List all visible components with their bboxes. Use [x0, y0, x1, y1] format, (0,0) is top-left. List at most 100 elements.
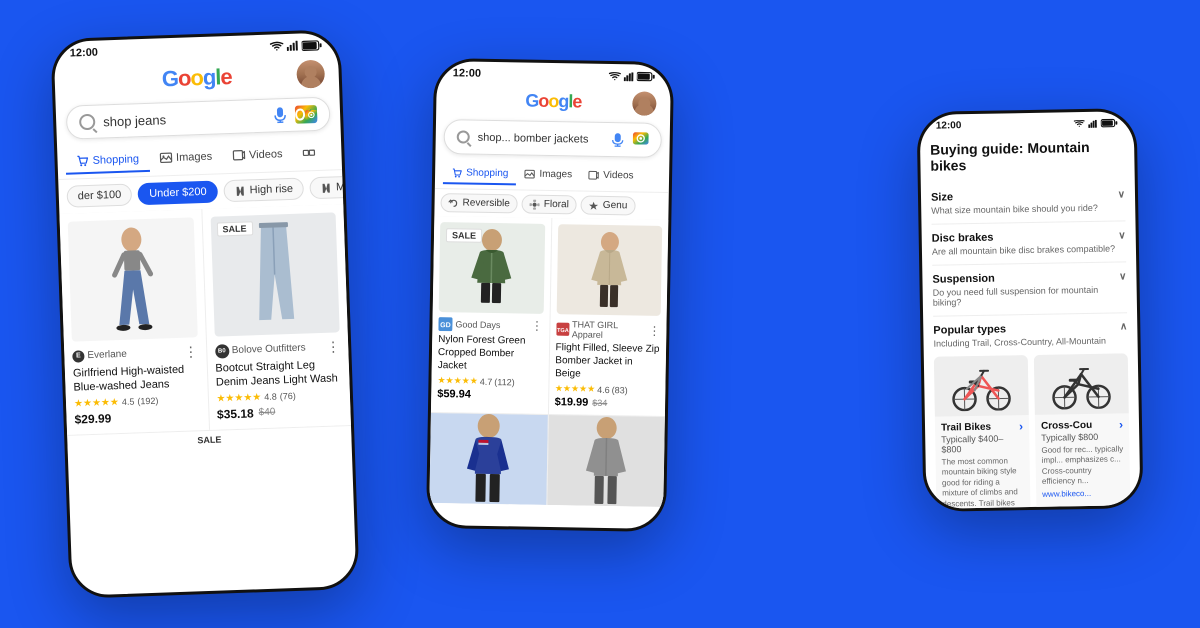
bike-info-cross: Cross-Cou › Typically $800 Good for rec.…	[1035, 413, 1131, 502]
search-query-2: shop... bomber jackets	[478, 131, 603, 145]
stars-row-bolove: ★★★★★ 4.8 (76)	[216, 389, 342, 404]
bomber-card-blue[interactable]	[429, 413, 547, 505]
guide-item-disc-subtitle: Are all mountain bike disc brakes compat…	[932, 243, 1126, 256]
trail-bike-price: Typically $400–$800	[941, 433, 1023, 454]
chevron-disc: ∨	[1118, 230, 1126, 241]
bike-card-cross[interactable]: Cross-Cou › Typically $800 Good for rec.…	[1034, 353, 1131, 512]
wifi-icon	[270, 41, 284, 51]
chip-mid[interactable]: Mid	[310, 175, 344, 199]
guide-item-suspension-title: Suspension ∨	[932, 270, 1126, 285]
tab-videos-1[interactable]: Videos	[222, 142, 293, 169]
jeans-chip-icon	[234, 185, 245, 196]
count-everlane: (192)	[137, 396, 158, 407]
dots-bomber-2[interactable]: ⋮	[648, 324, 660, 338]
tab-videos-2[interactable]: Videos	[580, 166, 642, 188]
guide-item-disc-title: Disc brakes ∨	[932, 229, 1126, 244]
tab-shopping-label-2: Shopping	[466, 168, 508, 180]
shopping-icon-2	[451, 167, 462, 178]
chip-floral[interactable]: Floral	[522, 194, 577, 214]
product-img-everlane	[68, 217, 198, 341]
tab-images-1[interactable]: Images	[149, 144, 223, 172]
bomber-card-thatgirl[interactable]: TGA THAT GIRL Apparel ⋮ Flight Filled, S…	[548, 218, 668, 416]
guide-item-size-subtitle: What size mountain bike should you ride?	[931, 202, 1125, 215]
bomber-title-gooddays: Nylon Forest Green Cropped Bomber Jacket	[438, 333, 543, 374]
battery-icon-2	[637, 71, 655, 81]
status-time-2: 12:00	[453, 67, 481, 79]
bomber-count-1: (112)	[494, 377, 515, 387]
tab-images-2[interactable]: Images	[516, 164, 580, 186]
mic-icon-1[interactable]	[273, 108, 287, 122]
guide-item-size-title: Size ∨	[931, 188, 1125, 203]
videos-icon-1	[232, 149, 245, 162]
user-avatar-2[interactable]	[632, 91, 656, 115]
search-bar-2[interactable]: shop... bomber jackets	[443, 119, 662, 158]
bomber-card-gray[interactable]	[547, 415, 665, 507]
price-bolove: $35.18	[217, 406, 254, 421]
cross-bike-price: Typically $800	[1041, 431, 1123, 442]
videos-icon-2	[588, 170, 599, 181]
tab-shopping-2[interactable]: Shopping	[443, 163, 517, 185]
bike-info-trail: Trail Bikes › Typically $400–$800 The mo…	[935, 415, 1031, 512]
dots-bomber-1[interactable]: ⋮	[531, 319, 543, 333]
dots-menu-everlane[interactable]: ⋮	[184, 343, 199, 360]
bomber-stars-thatgirl: ★★★★★ 4.6 (83)	[555, 383, 660, 396]
dots-menu-bolove[interactable]: ⋮	[326, 338, 341, 355]
top-row-2: Google	[436, 81, 671, 118]
tab-videos-label-1: Videos	[249, 148, 283, 161]
bike-card-trail[interactable]: Trail Bikes › Typically $400–$800 The mo…	[934, 355, 1031, 512]
jeans-chip2-icon	[321, 182, 332, 193]
wifi-icon-3	[1074, 120, 1085, 128]
chip-floral-label: Floral	[544, 199, 569, 210]
images-icon-2	[524, 169, 535, 180]
bomber-card-gooddays[interactable]: SALE	[431, 216, 551, 414]
search-bar-1[interactable]: shop jeans	[66, 97, 331, 140]
battery-icon-3	[1101, 118, 1118, 127]
tab-images-label-1: Images	[176, 150, 212, 163]
chip-reversible[interactable]: Reversible	[440, 193, 518, 213]
camera-icon-1[interactable]	[295, 105, 318, 124]
trail-bike-svg	[946, 360, 1017, 411]
chevron-size: ∨	[1118, 189, 1126, 200]
user-avatar-1[interactable]	[296, 60, 325, 89]
tab-more-1[interactable]	[292, 141, 326, 167]
bomber-price-thatgirl: $19.99 $34	[555, 396, 660, 410]
filter-chips-2: Reversible Floral Genu	[434, 189, 668, 220]
guide-item-popular[interactable]: Popular types ∧ Including Trail, Cross-C…	[933, 313, 1131, 512]
cross-bike-svg	[1046, 359, 1117, 410]
chip-under100[interactable]: der $100	[66, 183, 132, 207]
tab-shopping-1[interactable]: Shopping	[65, 147, 149, 175]
chip-highrise-label: High rise	[249, 183, 293, 197]
sale-badge-bomber: SALE	[446, 228, 482, 243]
chip-mid-label: Mid	[336, 181, 343, 194]
battery-icon	[301, 39, 321, 51]
guide-item-disc[interactable]: Disc brakes ∨ Are all mountain bike disc…	[931, 221, 1126, 265]
chip-genuine[interactable]: Genu	[581, 196, 636, 216]
bomber-img-thatgirl	[556, 224, 662, 316]
product-card-everlane[interactable]: E Everlane ⋮ Girlfriend High-waisted Blu…	[59, 209, 208, 434]
bike-img-trail	[934, 355, 1029, 417]
bike-img-cross	[1034, 353, 1129, 415]
cross-bike-link[interactable]: www.bikeco...	[1042, 488, 1124, 498]
bomber-price-label-2: $19.99	[555, 396, 589, 409]
guide-item-suspension[interactable]: Suspension ∨ Do you need full suspension…	[932, 262, 1127, 316]
bomber-jacket-image-3	[453, 413, 525, 504]
mic-icon-2[interactable]	[611, 133, 625, 147]
bomber-jacket-image-2	[579, 230, 640, 311]
chip-highrise[interactable]: High rise	[223, 177, 304, 202]
gooddays-label: Good Days	[455, 319, 500, 330]
product-card-bolove[interactable]: SALE B0 Bolove Outfitters ⋮ Bootcut	[202, 204, 351, 429]
stars-everlane: ★★★★★	[74, 397, 119, 410]
camera-icon-2[interactable]	[633, 130, 649, 149]
guide-item-size[interactable]: Size ∨ What size mountain bike should yo…	[931, 180, 1126, 224]
chip-under200-label: Under $200	[149, 186, 207, 200]
chevron-suspension: ∨	[1119, 271, 1127, 282]
bomber-title-thatgirl: Flight Filled, Sleeve Zip Bomber Jacket …	[555, 341, 660, 382]
rating-everlane: 4.5	[122, 397, 135, 407]
nav-tabs-2: Shopping Images Videos	[435, 159, 669, 193]
product-img-bolove: SALE	[210, 212, 340, 336]
rating-bolove: 4.8	[264, 392, 277, 402]
chevron-popular: ∧	[1120, 321, 1128, 333]
google-logo-2: Google	[525, 91, 581, 113]
chip-under200[interactable]: Under $200	[138, 180, 218, 205]
trail-bike-arrow: ›	[1019, 419, 1023, 433]
